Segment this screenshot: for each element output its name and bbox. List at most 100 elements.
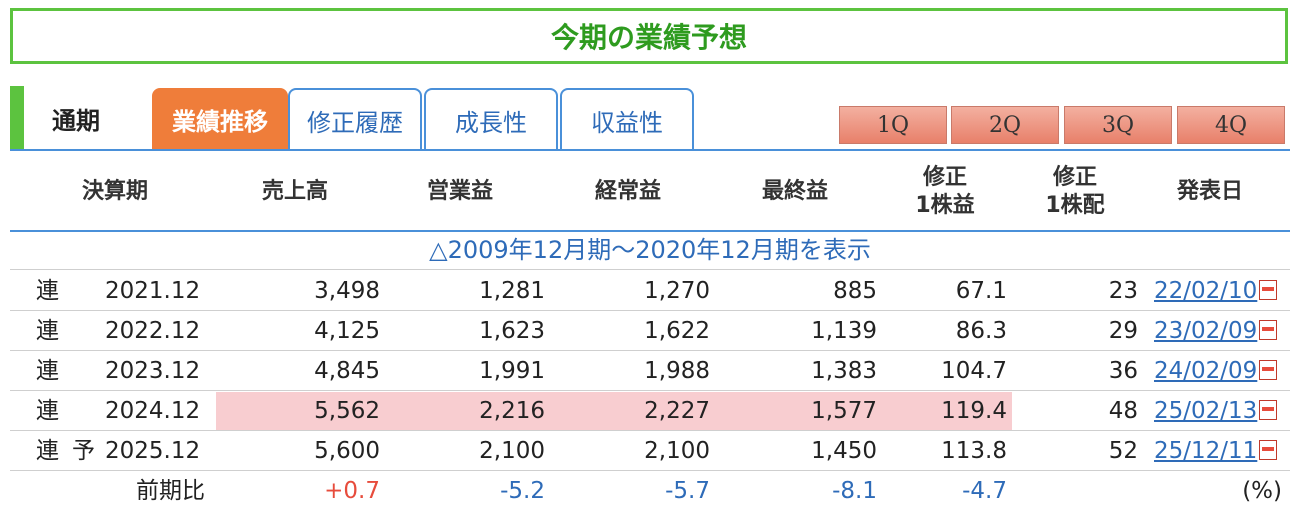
net-change: -8.1 xyxy=(832,478,877,504)
operating-cell: 1,991 xyxy=(479,358,545,384)
header-sales: 売上高 xyxy=(261,179,328,204)
forecast-mark xyxy=(72,351,96,391)
announcement-date-link[interactable]: 23/02/09 xyxy=(1154,318,1257,344)
header-date: 発表日 xyxy=(1176,179,1243,204)
header-ordinary: 経常益 xyxy=(594,179,661,204)
dividend-cell: 52 xyxy=(1108,438,1138,464)
forecast-mark: 予 xyxy=(72,438,95,464)
dividend-cell: 23 xyxy=(1108,278,1138,304)
announcement-date-link[interactable]: 25/02/13 xyxy=(1154,398,1257,424)
divider xyxy=(10,149,1290,151)
pdf-icon[interactable] xyxy=(1259,440,1278,460)
eps-cell: 104.7 xyxy=(941,358,1007,384)
net-cell: 1,383 xyxy=(811,358,877,384)
quarter-3q-button[interactable]: 3Q xyxy=(1064,106,1172,144)
header-dividend-line2: 1株配 xyxy=(1045,193,1105,218)
consolidated-mark: 連 xyxy=(36,398,59,424)
date-cell: 25/02/13 xyxy=(1154,391,1290,431)
ordinary-cell: 2,100 xyxy=(644,438,710,464)
operating-change: -5.2 xyxy=(500,478,545,504)
consolidated-mark: 連 xyxy=(36,358,59,384)
forecast-mark xyxy=(72,271,96,311)
announcement-date-link[interactable]: 25/12/11 xyxy=(1154,438,1257,464)
forecast-mark xyxy=(72,391,96,431)
pdf-icon[interactable] xyxy=(1259,400,1278,420)
date-cell: 25/12/11 xyxy=(1154,431,1290,471)
sales-cell: 4,125 xyxy=(314,318,380,344)
header-eps: 修正 1株益 xyxy=(895,164,995,220)
announcement-date-link[interactable]: 24/02/09 xyxy=(1154,358,1257,384)
pdf-icon[interactable] xyxy=(1259,320,1278,340)
quarter-4q-button[interactable]: 4Q xyxy=(1177,106,1285,144)
consolidated-mark: 連 xyxy=(36,438,59,464)
date-cell: 22/02/10 xyxy=(1154,271,1290,311)
period-cell: 2024.12 xyxy=(105,398,201,424)
pdf-icon[interactable] xyxy=(1259,360,1278,380)
header-dividend: 修正 1株配 xyxy=(1025,164,1125,220)
sales-cell: 3,498 xyxy=(314,278,380,304)
ordinary-change: -5.7 xyxy=(665,478,710,504)
header-dividend-line1: 修正 xyxy=(1052,165,1097,190)
ordinary-cell: 1,988 xyxy=(644,358,710,384)
date-cell: 24/02/09 xyxy=(1154,351,1290,391)
table-row: 連予 2025.12 5,600 2,100 2,100 1,450 113.8 52 25/1… xyxy=(10,431,1290,471)
period-cell: 2023.12 xyxy=(105,358,201,384)
date-cell: 23/02/09 xyxy=(1154,311,1290,351)
operating-cell: 1,623 xyxy=(479,318,545,344)
tab-bar: 通期 業績推移 修正履歴 成長性 収益性 1Q 2Q 3Q 4Q xyxy=(10,86,1290,150)
net-cell: 1,139 xyxy=(811,318,877,344)
eps-cell: 119.4 xyxy=(941,398,1007,424)
net-cell: 1,577 xyxy=(811,398,877,424)
period-cell: 2021.12 xyxy=(105,278,201,304)
net-cell: 885 xyxy=(833,278,877,304)
net-cell: 1,450 xyxy=(811,438,877,464)
table-row: 連 2024.12 5,562 2,216 2,227 1,577 119.4 48 25/02… xyxy=(10,391,1290,431)
change-label: 前期比 xyxy=(136,478,205,504)
tab-performance-trend[interactable]: 業績推移 xyxy=(152,88,288,150)
forecast-mark xyxy=(72,311,96,351)
eps-change: -4.7 xyxy=(962,478,1007,504)
period-cell: 2025.12 xyxy=(105,438,201,464)
dividend-cell: 48 xyxy=(1108,398,1138,424)
eps-cell: 86.3 xyxy=(955,318,1007,344)
eps-cell: 67.1 xyxy=(955,278,1007,304)
percent-unit: (%) xyxy=(1242,478,1282,504)
period-cell: 2022.12 xyxy=(105,318,201,344)
operating-cell: 1,281 xyxy=(479,278,545,304)
quarter-1q-button[interactable]: 1Q xyxy=(839,106,947,144)
section-title: 今期の業績予想 xyxy=(10,8,1288,64)
sales-change: +0.7 xyxy=(324,478,380,504)
tab-growth[interactable]: 成長性 xyxy=(424,88,558,150)
tab-revision-history[interactable]: 修正履歴 xyxy=(288,88,422,150)
eps-cell: 113.8 xyxy=(941,438,1007,464)
consolidated-mark: 連 xyxy=(36,318,59,344)
header-operating: 営業益 xyxy=(426,179,493,204)
tab-profitability[interactable]: 収益性 xyxy=(560,88,694,150)
table-row: 連 2022.12 4,125 1,623 1,622 1,139 86.3 29 23/02/… xyxy=(10,311,1290,351)
operating-cell: 2,216 xyxy=(479,398,545,424)
ordinary-cell: 1,622 xyxy=(644,318,710,344)
quarter-2q-button[interactable]: 2Q xyxy=(951,106,1059,144)
header-eps-line1: 修正 xyxy=(922,165,967,190)
announcement-date-link[interactable]: 22/02/10 xyxy=(1154,278,1257,304)
operating-cell: 2,100 xyxy=(479,438,545,464)
dividend-cell: 36 xyxy=(1108,358,1138,384)
sales-cell: 5,600 xyxy=(314,438,380,464)
table-row: 連 2021.12 3,498 1,281 1,270 885 67.1 23 22/02/10 xyxy=(10,271,1290,311)
ordinary-cell: 1,270 xyxy=(644,278,710,304)
pdf-icon[interactable] xyxy=(1259,280,1278,300)
ordinary-cell: 2,227 xyxy=(644,398,710,424)
header-period: 決算期 xyxy=(81,179,148,204)
header-net: 最終益 xyxy=(761,179,828,204)
table-row: 連 2023.12 4,845 1,991 1,988 1,383 104.7 36 24/02… xyxy=(10,351,1290,391)
sales-cell: 5,562 xyxy=(314,398,380,424)
dividend-cell: 29 xyxy=(1108,318,1138,344)
header-eps-line2: 1株益 xyxy=(915,193,975,218)
tab-annual: 通期 xyxy=(52,106,100,135)
row-divider xyxy=(10,269,1290,270)
show-older-periods-link[interactable]: △2009年12月期～2020年12月期を表示 xyxy=(10,232,1290,268)
section-title-text: 今期の業績予想 xyxy=(550,21,747,54)
sales-cell: 4,845 xyxy=(314,358,380,384)
change-row: 前期比 +0.7 -5.2 -5.7 -8.1 -4.7 (%) xyxy=(10,471,1290,511)
consolidated-mark: 連 xyxy=(36,278,59,304)
